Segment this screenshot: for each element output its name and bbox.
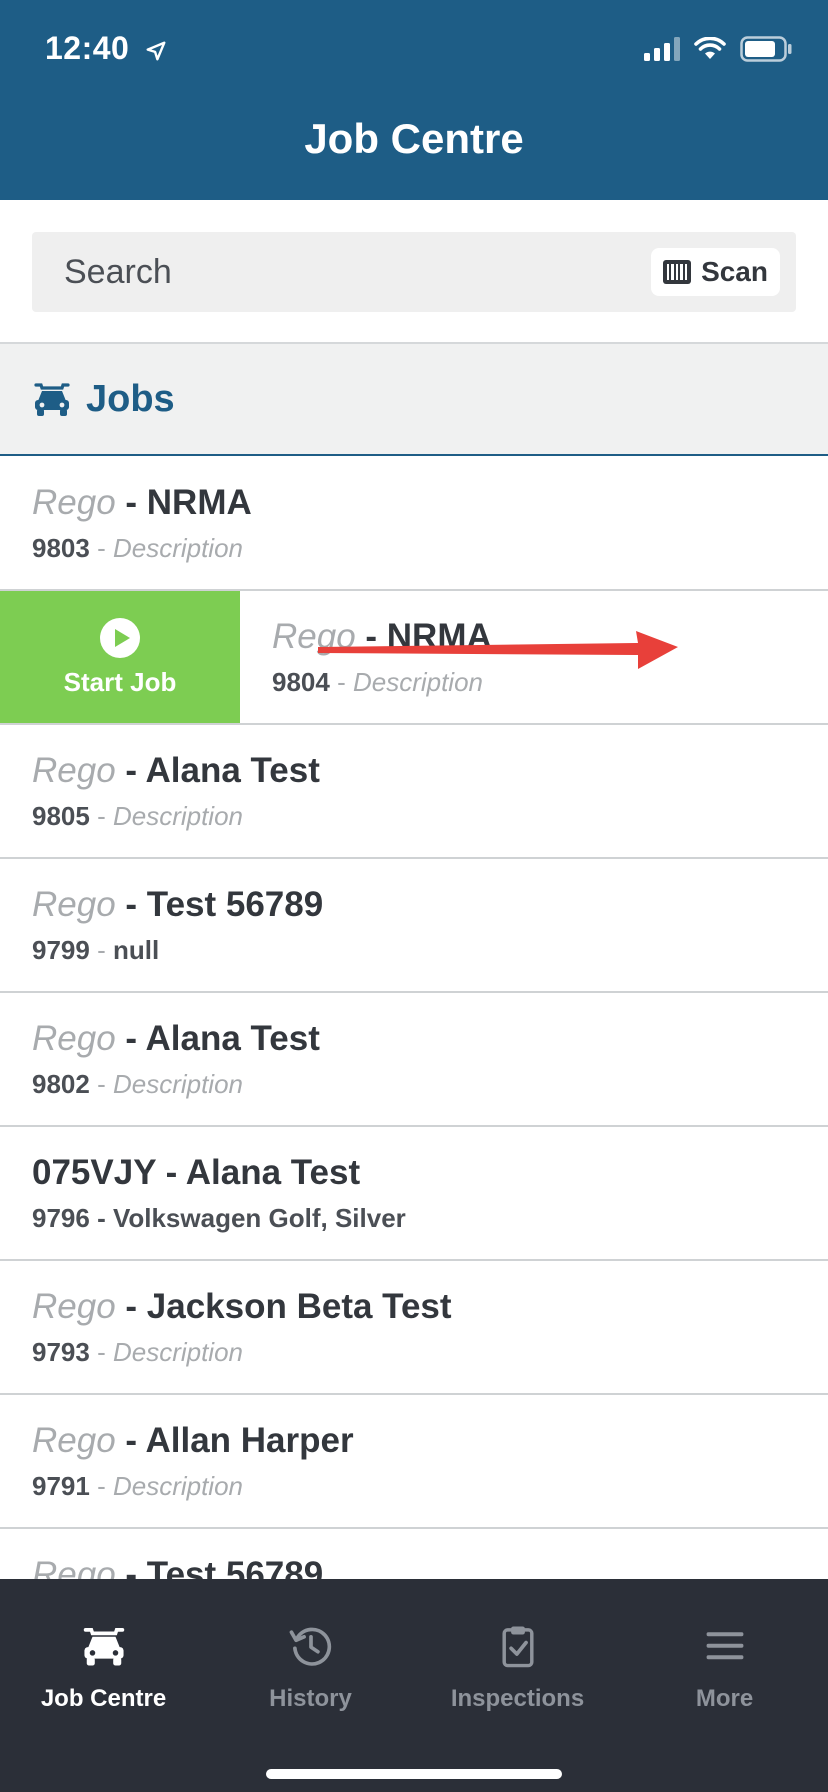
job-row[interactable]: Rego - Alana Test 9805 - Description bbox=[0, 725, 828, 859]
job-number: 9791 bbox=[32, 1471, 90, 1501]
history-icon bbox=[289, 1627, 331, 1666]
job-content: Rego - Test 56789 bbox=[32, 1555, 323, 1579]
tab-history[interactable]: History bbox=[207, 1579, 414, 1749]
tab-label: Job Centre bbox=[40, 1685, 167, 1712]
job-rego: Rego bbox=[32, 1019, 116, 1058]
job-content: Rego - NRMA 9803 - Description bbox=[32, 483, 252, 563]
job-number: 9799 bbox=[32, 935, 90, 965]
job-content: Rego - Alana Test 9805 - Description bbox=[32, 751, 320, 831]
job-name: Alana Test bbox=[145, 1019, 320, 1058]
app-header: 12:40 Job Centre bbox=[0, 0, 828, 200]
job-number: 9805 bbox=[32, 801, 90, 831]
job-content: Rego - Alana Test 9802 - Description bbox=[32, 1019, 320, 1099]
job-description: Description bbox=[112, 533, 244, 563]
job-name: Test 56789 bbox=[146, 885, 324, 924]
job-name: Jackson Beta Test bbox=[146, 1287, 452, 1326]
search-input[interactable] bbox=[64, 232, 624, 312]
play-circle-icon bbox=[100, 617, 140, 658]
job-name: Allan Harper bbox=[145, 1421, 354, 1460]
job-name: Alana Test bbox=[145, 751, 320, 790]
job-content: Rego - Jackson Beta Test 9793 - Descript… bbox=[32, 1287, 452, 1367]
job-rego: Rego bbox=[32, 751, 116, 790]
status-icons bbox=[644, 36, 792, 62]
start-job-button[interactable]: Start Job bbox=[0, 591, 240, 723]
job-number: 9796 bbox=[32, 1203, 90, 1233]
job-number: 9793 bbox=[32, 1337, 90, 1367]
job-name: Alana Test bbox=[185, 1153, 361, 1192]
job-description: Description bbox=[112, 1069, 244, 1099]
job-content: Rego - Test 56789 9799 - null bbox=[32, 885, 324, 965]
job-row[interactable]: 075VJY - Alana Test 9796 - Volkswagen Go… bbox=[0, 1127, 828, 1261]
job-row[interactable]: Rego - Allan Harper 9791 - Description bbox=[0, 1395, 828, 1529]
home-indicator bbox=[266, 1769, 562, 1779]
location-arrow-icon bbox=[146, 41, 166, 60]
status-time: 12:40 bbox=[45, 30, 167, 67]
tab-inspections[interactable]: Inspections bbox=[414, 1579, 621, 1749]
job-number: 9802 bbox=[32, 1069, 90, 1099]
job-row[interactable]: Rego - NRMA 9803 - Description bbox=[0, 457, 828, 591]
job-row[interactable]: Rego - Jackson Beta Test 9793 - Descript… bbox=[0, 1261, 828, 1395]
status-bar: 12:40 bbox=[0, 0, 828, 100]
wifi-icon bbox=[694, 37, 726, 59]
job-name: Test 56789 bbox=[146, 1555, 324, 1579]
clipboard-check-icon bbox=[501, 1626, 534, 1668]
car-icon bbox=[34, 383, 70, 416]
job-content: 075VJY - Alana Test 9796 - Volkswagen Go… bbox=[32, 1153, 406, 1233]
job-description: Description bbox=[112, 1471, 244, 1501]
job-rego: Rego bbox=[32, 1287, 116, 1326]
tab-label: More bbox=[695, 1685, 754, 1712]
scan-button[interactable]: Scan bbox=[651, 248, 780, 296]
job-row[interactable]: Rego - Test 56789 bbox=[0, 1529, 828, 1579]
search-section: Scan bbox=[0, 200, 828, 344]
job-number: 9803 bbox=[32, 533, 90, 563]
battery-icon bbox=[740, 36, 792, 62]
jobs-section-header: Jobs bbox=[0, 344, 828, 456]
job-rego: Rego bbox=[32, 1555, 116, 1579]
page-title: Job Centre bbox=[304, 115, 524, 162]
barcode-icon bbox=[663, 260, 692, 284]
tab-bar: Job Centre History Inspections More bbox=[0, 1579, 828, 1792]
job-rego: Rego bbox=[32, 1421, 116, 1460]
job-content: Rego - Allan Harper 9791 - Description bbox=[32, 1421, 354, 1501]
job-description: Description bbox=[112, 801, 244, 831]
job-description: null bbox=[112, 935, 160, 965]
job-row[interactable]: Rego - Alana Test 9802 - Description bbox=[0, 993, 828, 1127]
section-title: Jobs bbox=[86, 377, 175, 420]
tab-label: History bbox=[269, 1685, 352, 1712]
job-row[interactable]: Start Job Rego - NRMA 9804 - Description bbox=[0, 591, 828, 725]
swipe-arrow-icon bbox=[318, 631, 678, 669]
job-description: Volkswagen Golf, Silver bbox=[112, 1203, 406, 1233]
job-rego: Rego bbox=[32, 885, 116, 924]
tab-label: Inspections bbox=[450, 1685, 585, 1712]
tab-job-centre[interactable]: Job Centre bbox=[0, 1579, 207, 1749]
tab-more[interactable]: More bbox=[621, 1579, 828, 1749]
start-job-label: Start Job bbox=[63, 666, 177, 697]
job-description: Description bbox=[112, 1337, 244, 1367]
job-rego: Rego bbox=[32, 483, 116, 522]
job-rego: 075VJY bbox=[32, 1153, 156, 1192]
search-bar: Scan bbox=[32, 232, 796, 312]
car-icon bbox=[83, 1628, 124, 1666]
job-row[interactable]: Rego - Test 56789 9799 - null bbox=[0, 859, 828, 993]
job-list[interactable]: Rego - NRMA 9803 - Description Start Job… bbox=[0, 457, 828, 1579]
job-name: NRMA bbox=[146, 483, 252, 522]
scan-label: Scan bbox=[701, 256, 768, 287]
signal-icon bbox=[644, 37, 680, 61]
menu-icon bbox=[706, 1632, 743, 1660]
